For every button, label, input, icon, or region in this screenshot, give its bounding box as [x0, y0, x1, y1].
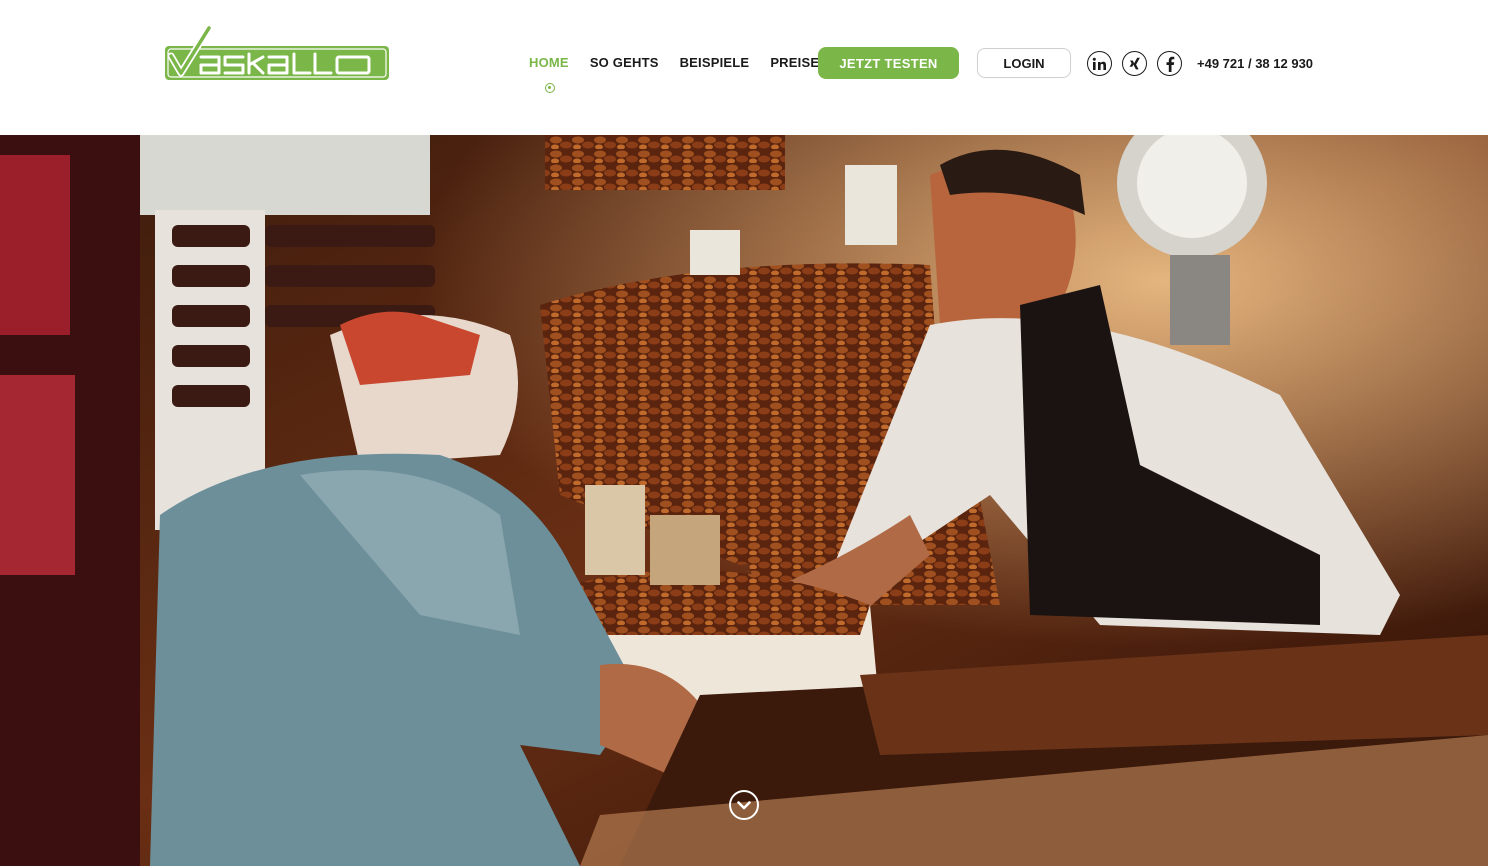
facebook-icon[interactable]: [1157, 51, 1182, 76]
active-nav-indicator: [545, 83, 555, 93]
vaskallo-logo[interactable]: [163, 26, 391, 84]
hero-image: [0, 135, 1488, 866]
login-button[interactable]: LOGIN: [977, 48, 1071, 78]
nav-item-home[interactable]: HOME: [529, 47, 569, 79]
phone-number[interactable]: +49 721 / 38 12 930: [1197, 56, 1313, 71]
site-header: HOME SO GEHTS BEISPIELE PREISE JETZT TES…: [0, 0, 1500, 135]
chevron-down-circle-icon[interactable]: [729, 790, 759, 820]
nav-item-beispiele[interactable]: BEISPIELE: [680, 47, 750, 79]
nav-item-preise[interactable]: PREISE: [770, 47, 819, 79]
jetzt-testen-button[interactable]: JETZT TESTEN: [818, 47, 959, 79]
linkedin-icon[interactable]: [1087, 51, 1112, 76]
market-stall-photo: [0, 135, 1488, 866]
main-nav: HOME SO GEHTS BEISPIELE PREISE: [529, 47, 840, 79]
nav-item-so-gehts[interactable]: SO GEHTS: [590, 47, 659, 79]
xing-icon[interactable]: [1122, 51, 1147, 76]
